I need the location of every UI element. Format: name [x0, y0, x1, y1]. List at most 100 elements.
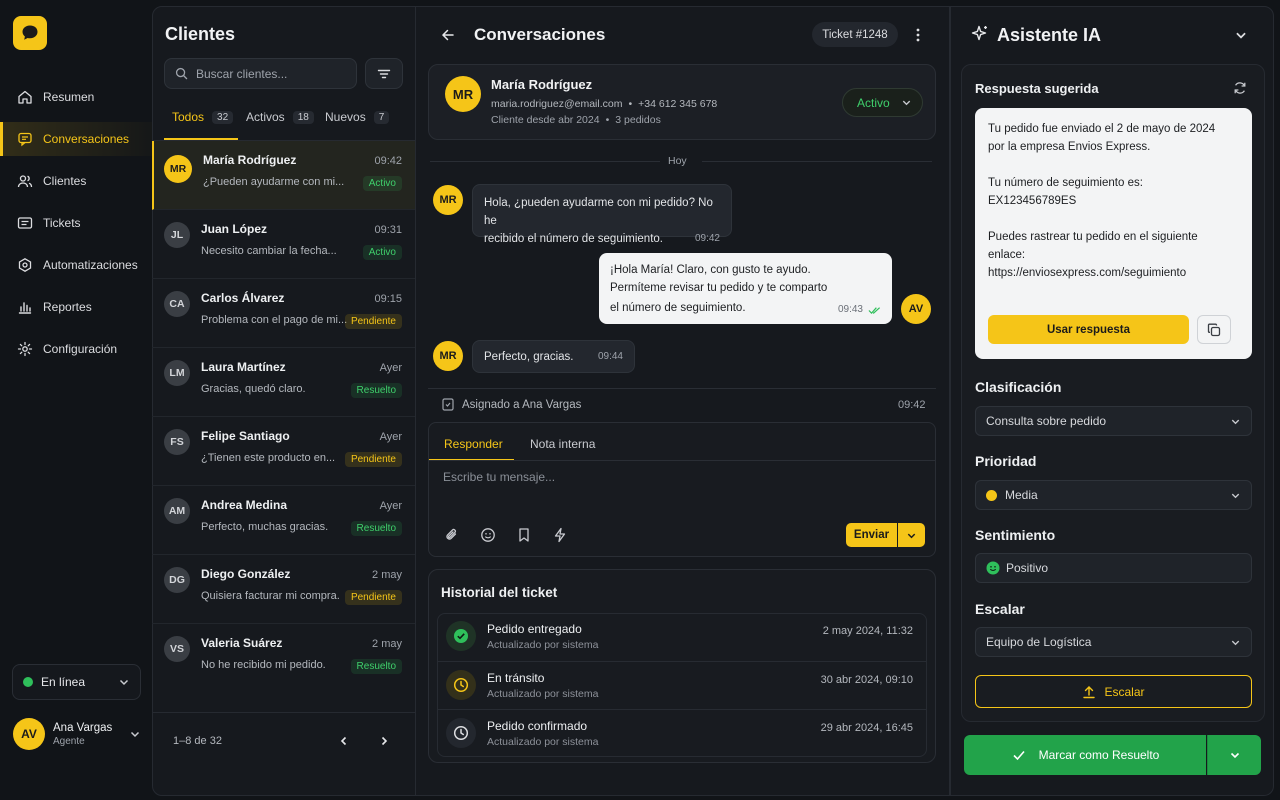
avatar: AV: [901, 294, 931, 324]
escalate-button[interactable]: Escalar: [975, 675, 1252, 708]
tab-todos[interactable]: Todos 32: [172, 110, 234, 124]
tab-nota-interna[interactable]: Nota interna: [530, 437, 595, 451]
nav-resumen[interactable]: Resumen: [0, 80, 152, 114]
message-time: 09:42: [694, 233, 720, 244]
send-options-button[interactable]: [898, 523, 925, 547]
escalate-select[interactable]: Equipo de Logística: [975, 627, 1252, 657]
history-status-icon: [446, 718, 476, 748]
suggestion-text: enlace:: [988, 249, 1026, 261]
emoji-button[interactable]: [480, 527, 496, 543]
message-text: Perfecto, gracias.: [484, 350, 574, 363]
resolve-button[interactable]: Marcar como Resuelto: [964, 735, 1206, 775]
avatar: DG: [164, 567, 190, 593]
avatar: MR: [433, 341, 463, 371]
status-badge: Activo: [362, 245, 402, 260]
list-item[interactable]: JL Juan López 09:31 Necesito cambiar la …: [152, 210, 415, 279]
prev-page-button[interactable]: [334, 731, 354, 751]
tab-label: Activos: [246, 110, 285, 124]
assignment-icon: [442, 398, 454, 411]
message-input[interactable]: Escribe tu mensaje...: [443, 470, 923, 510]
list-item[interactable]: DG Diego González 2 may Quisiera factura…: [152, 555, 415, 624]
more-options-button[interactable]: [910, 25, 926, 45]
refresh-button[interactable]: [1233, 81, 1247, 95]
nav-label: Automatizaciones: [43, 258, 138, 272]
divider: [428, 388, 936, 389]
list-item[interactable]: VS Valeria Suárez 2 may No he recibido m…: [152, 624, 415, 693]
send-button[interactable]: Enviar: [846, 523, 897, 547]
list-item[interactable]: MR María Rodríguez 09:42 ¿Pueden ayudarm…: [152, 141, 415, 210]
priority-select[interactable]: Media: [975, 480, 1252, 510]
home-icon: [18, 90, 32, 104]
back-button[interactable]: [438, 25, 458, 45]
quick-reply-button[interactable]: [552, 527, 568, 543]
clock-icon: [453, 677, 469, 693]
bookmark-button[interactable]: [516, 527, 532, 543]
client-name: Laura Martínez: [201, 360, 286, 374]
chevron-down-icon: [1231, 419, 1240, 424]
next-page-button[interactable]: [374, 731, 394, 751]
client-preview: Perfecto, muchas gracias.: [201, 521, 329, 533]
sentiment-label: Sentimiento: [975, 527, 1056, 543]
suggested-title: Respuesta sugerida: [975, 81, 1099, 96]
divider: [702, 161, 932, 162]
priority-dot: [986, 489, 997, 501]
history-row: En tránsito Actualizado por sistema 30 a…: [437, 661, 927, 709]
chevron-down-icon: [902, 100, 911, 106]
paperclip-icon: [446, 528, 457, 540]
status-dropdown[interactable]: Activo: [842, 88, 923, 117]
nav-reportes[interactable]: Reportes: [0, 290, 152, 324]
tab-activos[interactable]: Activos 18: [246, 110, 314, 124]
contact-info: maria.rodriguez@email.com • +34 612 345 6…: [491, 98, 718, 110]
list-item[interactable]: FS Felipe Santiago Ayer ¿Tienen este pro…: [152, 417, 415, 486]
history-item-title: Pedido entregado: [487, 622, 582, 636]
avatar: VS: [164, 636, 190, 662]
more-vertical-icon: [916, 28, 920, 42]
message-time: 09:44: [597, 350, 623, 362]
history-item-sub: Actualizado por sistema: [487, 688, 599, 700]
message-text: Hola, ¿pueden ayudarme con mi pedido? No…: [484, 197, 713, 227]
message-text: recibido el número de seguimiento.: [484, 233, 663, 245]
ai-title: Asistente IA: [997, 25, 1102, 45]
nav-tickets[interactable]: Tickets: [0, 206, 152, 240]
attach-button[interactable]: [444, 527, 460, 543]
tracking-link[interactable]: https://enviosexpress.com/seguimiento: [988, 264, 1239, 282]
filter-button[interactable]: [365, 58, 403, 89]
list-item[interactable]: CA Carlos Álvarez 09:15 Problema con el …: [152, 279, 415, 348]
classification-select[interactable]: Consulta sobre pedido: [975, 406, 1252, 436]
message-time: 09:43: [837, 304, 863, 315]
nav-conversaciones[interactable]: Conversaciones: [0, 122, 152, 156]
tab-nuevos[interactable]: Nuevos 7: [325, 110, 390, 124]
use-response-button[interactable]: Usar respuesta: [988, 315, 1189, 344]
status-label: En línea: [41, 675, 86, 689]
contact-name: María Rodríguez: [491, 77, 593, 92]
double-check-icon: [868, 306, 881, 314]
resolve-options-button[interactable]: [1207, 735, 1261, 775]
nav-configuracion[interactable]: Configuración: [0, 332, 152, 366]
search-input[interactable]: Buscar clientes...: [164, 58, 357, 89]
avatar: MR: [164, 155, 192, 183]
list-item[interactable]: LM Laura Martínez Ayer Gracias, quedó cl…: [152, 348, 415, 417]
status-select[interactable]: En línea: [12, 664, 141, 700]
user-menu[interactable]: AV Ana Vargas Agente: [13, 718, 141, 750]
app-logo[interactable]: [13, 16, 47, 50]
divider: [429, 460, 935, 461]
history-item-sub: Actualizado por sistema: [487, 639, 599, 651]
tab-label: Todos: [172, 110, 205, 124]
happy-face-icon: [986, 561, 1000, 575]
nav-automatizaciones[interactable]: Automatizaciones: [0, 248, 152, 282]
client-preview: ¿Tienen este producto en...: [201, 452, 336, 464]
nav-clientes[interactable]: Clientes: [0, 164, 152, 198]
client-preview: Quisiera facturar mi compra.: [201, 590, 340, 602]
collapse-ai-button[interactable]: [1234, 28, 1250, 44]
chevron-down-icon: [1231, 493, 1240, 498]
tab-responder[interactable]: Responder: [444, 437, 503, 451]
message-text: el número de seguimiento.: [610, 302, 746, 314]
copy-button[interactable]: [1197, 315, 1231, 344]
avatar: FS: [164, 429, 190, 455]
nav-label: Reportes: [43, 300, 92, 314]
avatar: AM: [164, 498, 190, 524]
message-text: ¡Hola María! Claro, con gusto te ayudo.: [610, 264, 811, 276]
list-item[interactable]: AM Andrea Medina Ayer Perfecto, muchas g…: [152, 486, 415, 555]
status-badge: Resuelto: [350, 521, 402, 536]
lightning-icon: [554, 527, 566, 543]
